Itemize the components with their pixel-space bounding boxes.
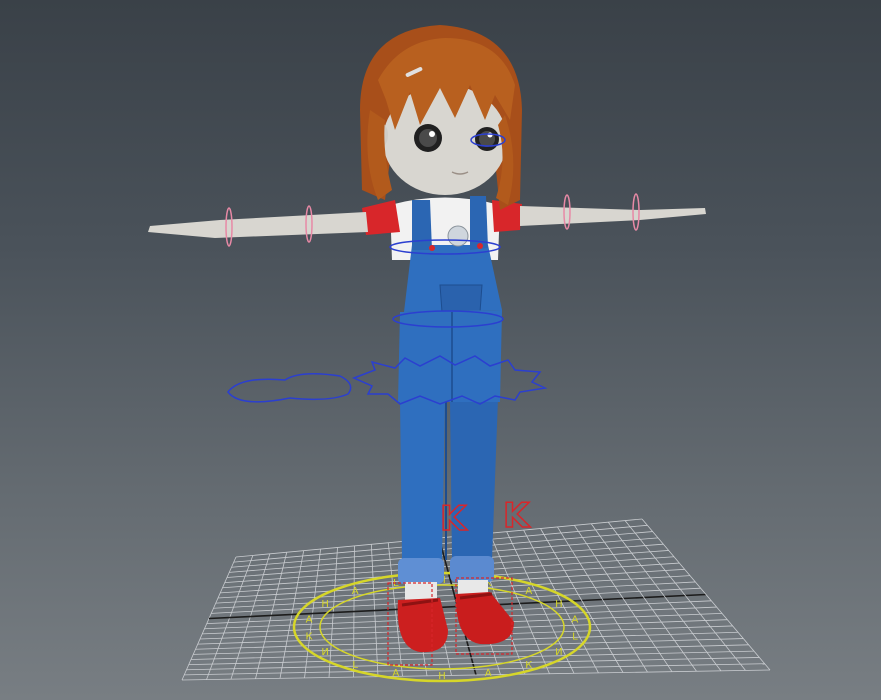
grid-line — [184, 663, 765, 676]
ik-label-right: K — [503, 496, 531, 536]
ring-glyph: А — [352, 586, 359, 597]
ring-glyph: Н — [438, 671, 446, 682]
ring-glyph: А — [392, 668, 399, 679]
3d-viewport[interactable]: ИКАНАLИКАНАLИКАНАL K K — [0, 0, 881, 700]
grid-line — [607, 521, 722, 672]
ring-glyph: L — [352, 660, 358, 671]
character-torso — [362, 196, 522, 402]
character-head — [360, 25, 522, 210]
grid-line — [188, 650, 755, 666]
ring-glyph: И — [555, 647, 562, 658]
ring-glyph: L — [572, 631, 578, 642]
ring-glyph: Н — [555, 599, 563, 610]
ring-glyph: А — [525, 586, 532, 597]
viewport-scene[interactable]: ИКАНАLИКАНАLИКАНАL K K — [0, 0, 881, 700]
ring-glyph: А — [571, 615, 578, 626]
ring-glyph: А — [306, 615, 313, 626]
ring-glyph: И — [321, 647, 328, 658]
ik-label-left: K — [440, 499, 468, 539]
ring-glyph: Н — [321, 599, 329, 610]
ring-glyph: А — [485, 668, 492, 679]
ring-glyph: К — [306, 631, 313, 642]
ring-glyph: К — [525, 660, 532, 671]
